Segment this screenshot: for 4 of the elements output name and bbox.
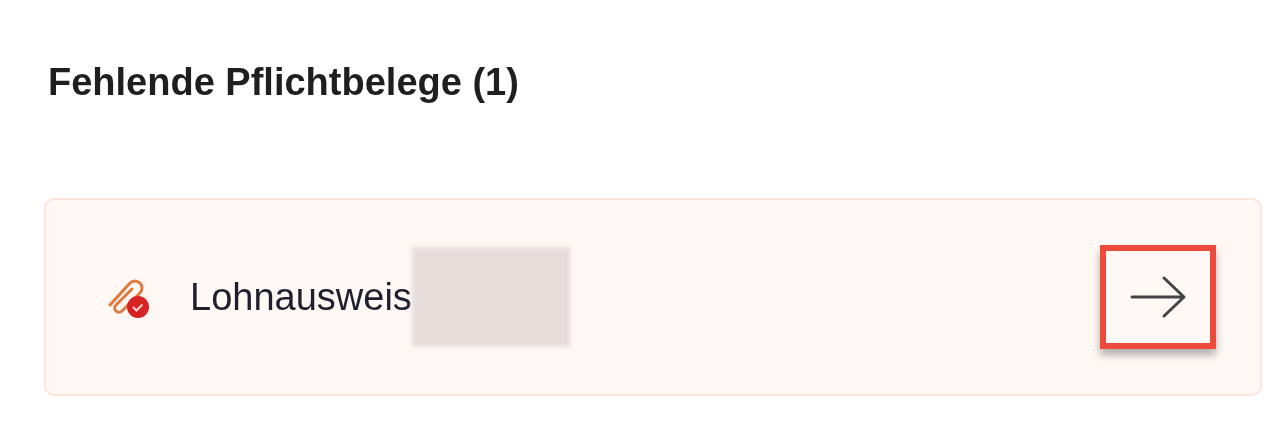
section-title: Fehlende Pflichtbelege (1) <box>48 60 519 105</box>
open-button[interactable] <box>1100 245 1216 349</box>
document-label: Lohnausweis <box>190 274 412 320</box>
arrow-right-icon <box>1128 274 1188 320</box>
